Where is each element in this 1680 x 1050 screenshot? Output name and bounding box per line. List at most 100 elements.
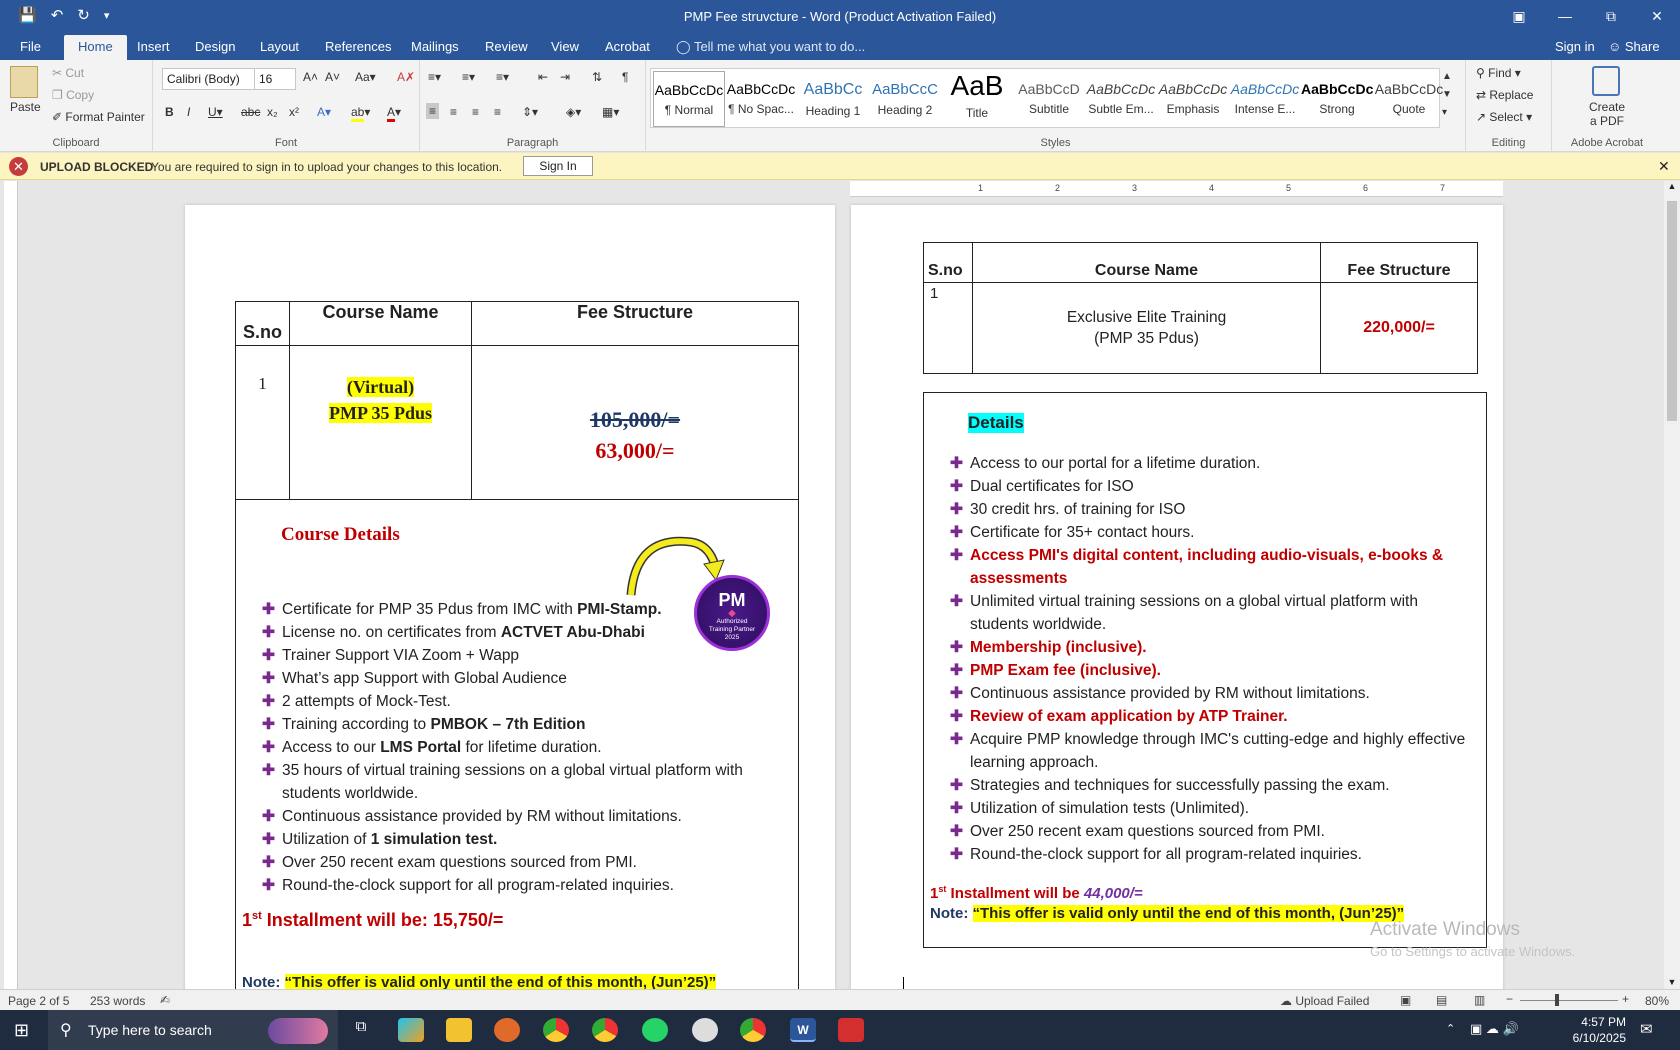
numbering-icon[interactable]: ≡▾ bbox=[462, 70, 475, 84]
task-view-icon[interactable]: ⧉ bbox=[348, 1018, 374, 1042]
cut-button[interactable]: ✂ Cut bbox=[52, 66, 84, 80]
strikethrough-icon[interactable]: abc bbox=[241, 105, 260, 119]
italic-icon[interactable]: I bbox=[187, 105, 190, 119]
whatsapp-icon[interactable] bbox=[642, 1018, 668, 1042]
style-no-spac[interactable]: AaBbCcDc ¶ No Spac... bbox=[725, 71, 797, 127]
copilot-icon[interactable] bbox=[398, 1018, 424, 1042]
upload-status[interactable]: ☁ Upload Failed bbox=[1280, 994, 1369, 1008]
file-explorer-icon[interactable] bbox=[446, 1018, 472, 1042]
acrobat-icon[interactable] bbox=[838, 1018, 864, 1042]
show-hidden-icons[interactable]: ⌃ bbox=[1446, 1022, 1455, 1035]
chrome-alt-icon[interactable] bbox=[740, 1018, 766, 1042]
minimize-button[interactable]: — bbox=[1542, 0, 1588, 32]
page-1[interactable]: S.no Course Name Fee Structure 1 (Virtua… bbox=[185, 205, 835, 989]
tab-references[interactable]: References bbox=[325, 39, 391, 54]
line-spacing-icon[interactable]: ⇕▾ bbox=[522, 105, 538, 119]
tab-file[interactable]: File bbox=[20, 39, 41, 54]
clear-formatting-icon[interactable]: A✗ bbox=[397, 70, 415, 84]
tray-icons[interactable]: ▣ ☁ 🔊 bbox=[1470, 1021, 1519, 1037]
underline-icon[interactable]: U▾ bbox=[208, 105, 223, 119]
style-heading-2[interactable]: AaBbCcC Heading 2 bbox=[869, 71, 941, 127]
zoom-in-icon[interactable]: + bbox=[1622, 992, 1629, 1006]
chrome-icon[interactable] bbox=[543, 1018, 569, 1042]
app-icon[interactable] bbox=[494, 1018, 520, 1042]
subscript-icon[interactable]: x₂ bbox=[267, 105, 278, 119]
vertical-scrollbar[interactable]: ▲ ▼ bbox=[1664, 181, 1680, 989]
style-heading-1[interactable]: AaBbCc Heading 1 bbox=[797, 71, 869, 127]
change-case-icon[interactable]: Aa▾ bbox=[355, 70, 376, 84]
grow-font-icon[interactable]: A˄ bbox=[303, 70, 318, 84]
style-normal[interactable]: AaBbCcDc ¶ Normal bbox=[653, 71, 725, 127]
style-intense-e[interactable]: AaBbCcDc Intense E... bbox=[1229, 71, 1301, 127]
sign-in-button[interactable]: Sign In bbox=[523, 156, 593, 176]
style-subtle-em[interactable]: AaBbCcDc Subtle Em... bbox=[1085, 71, 1157, 127]
show-paragraph-marks-icon[interactable]: ¶ bbox=[622, 70, 628, 84]
select-button[interactable]: ↗ Select ▾ bbox=[1476, 110, 1532, 124]
justify-icon[interactable]: ≡ bbox=[494, 105, 501, 119]
proofing-icon[interactable]: ✍ bbox=[160, 993, 170, 1007]
tab-design[interactable]: Design bbox=[195, 39, 235, 54]
tab-insert[interactable]: Insert bbox=[137, 39, 170, 54]
shading-icon[interactable]: ◈▾ bbox=[566, 105, 581, 119]
taskbar-search-box[interactable]: ⚲ Type here to search bbox=[48, 1010, 338, 1050]
scroll-thumb[interactable] bbox=[1667, 201, 1677, 421]
multilevel-list-icon[interactable]: ≡▾ bbox=[496, 70, 509, 84]
font-name-combo[interactable]: Calibri (Body) bbox=[162, 68, 257, 90]
align-center-icon[interactable]: ≡ bbox=[450, 105, 457, 119]
zoom-level[interactable]: 80% bbox=[1645, 994, 1669, 1008]
taskbar-clock[interactable]: 4:57 PM 6/10/2025 bbox=[1566, 1014, 1626, 1046]
tell-me-search[interactable]: ◯ Tell me what you want to do... bbox=[676, 39, 865, 55]
align-right-icon[interactable]: ≡ bbox=[472, 105, 479, 119]
shrink-font-icon[interactable]: A˅ bbox=[325, 70, 340, 84]
tab-mailings[interactable]: Mailings bbox=[411, 39, 459, 54]
create-pdf-button[interactable]: Create a PDF bbox=[1570, 100, 1644, 128]
read-mode-icon[interactable]: ▣ bbox=[1400, 993, 1411, 1007]
paste-button[interactable]: Paste bbox=[10, 100, 41, 114]
bold-icon[interactable]: B bbox=[165, 105, 174, 119]
page-2[interactable]: S.no Course Name Fee Structure 1 Exclusi… bbox=[851, 205, 1503, 989]
close-message-icon[interactable]: ✕ bbox=[1658, 158, 1670, 175]
print-layout-icon[interactable]: ▤ bbox=[1436, 993, 1447, 1007]
restore-button[interactable]: ⧉ bbox=[1588, 0, 1634, 32]
scroll-up-icon[interactable]: ▲ bbox=[1664, 181, 1680, 191]
replace-button[interactable]: ⇄ Replace bbox=[1476, 88, 1533, 102]
align-left-icon[interactable]: ≡ bbox=[426, 103, 440, 119]
page-count[interactable]: Page 2 of 5 bbox=[8, 994, 69, 1008]
increase-indent-icon[interactable]: ⇥ bbox=[560, 70, 570, 84]
tab-view[interactable]: View bbox=[551, 39, 579, 54]
format-painter-button[interactable]: ✐ Format Painter bbox=[52, 110, 145, 124]
clock-app-icon[interactable] bbox=[692, 1018, 718, 1042]
borders-icon[interactable]: ▦▾ bbox=[602, 105, 619, 119]
chrome-profile-icon[interactable] bbox=[592, 1018, 618, 1042]
find-button[interactable]: ⚲ Find ▾ bbox=[1476, 66, 1521, 80]
decrease-indent-icon[interactable]: ⇤ bbox=[538, 70, 548, 84]
web-layout-icon[interactable]: ▥ bbox=[1474, 993, 1485, 1007]
scroll-down-icon[interactable]: ▼ bbox=[1664, 977, 1680, 987]
ribbon-display-options-icon[interactable]: ▣ bbox=[1496, 0, 1542, 32]
style-title[interactable]: AaB Title bbox=[941, 71, 1013, 127]
style-emphasis[interactable]: AaBbCcDc Emphasis bbox=[1157, 71, 1229, 127]
tab-home[interactable]: Home bbox=[64, 35, 127, 60]
sort-icon[interactable]: ⇅ bbox=[592, 70, 602, 84]
zoom-slider-thumb[interactable] bbox=[1555, 994, 1559, 1006]
style-strong[interactable]: AaBbCcDc Strong bbox=[1301, 71, 1373, 127]
zoom-slider[interactable] bbox=[1520, 1000, 1618, 1001]
font-color-icon[interactable]: A▾ bbox=[387, 105, 401, 122]
word-icon[interactable]: W bbox=[790, 1018, 816, 1042]
word-count[interactable]: 253 words bbox=[90, 994, 145, 1008]
share-button[interactable]: ☺ Share bbox=[1608, 39, 1660, 54]
notification-icon[interactable]: ✉ bbox=[1640, 1020, 1653, 1038]
zoom-out-icon[interactable]: − bbox=[1506, 992, 1513, 1006]
highlight-icon[interactable]: ab▾ bbox=[351, 105, 370, 122]
bullets-icon[interactable]: ≡▾ bbox=[428, 70, 441, 84]
close-button[interactable]: ✕ bbox=[1634, 0, 1680, 32]
tab-layout[interactable]: Layout bbox=[260, 39, 299, 54]
superscript-icon[interactable]: x² bbox=[289, 105, 299, 119]
sign-in-link[interactable]: Sign in bbox=[1555, 39, 1595, 54]
windows-start-icon[interactable]: ⊞ bbox=[14, 1020, 29, 1041]
tab-review[interactable]: Review bbox=[485, 39, 528, 54]
copy-button[interactable]: ❐ Copy bbox=[52, 88, 94, 102]
style-quote[interactable]: AaBbCcDc Quote bbox=[1373, 71, 1445, 127]
tab-acrobat[interactable]: Acrobat bbox=[605, 39, 650, 54]
styles-scroll-icon[interactable]: ▲ ▼ ▾ bbox=[1442, 68, 1452, 122]
